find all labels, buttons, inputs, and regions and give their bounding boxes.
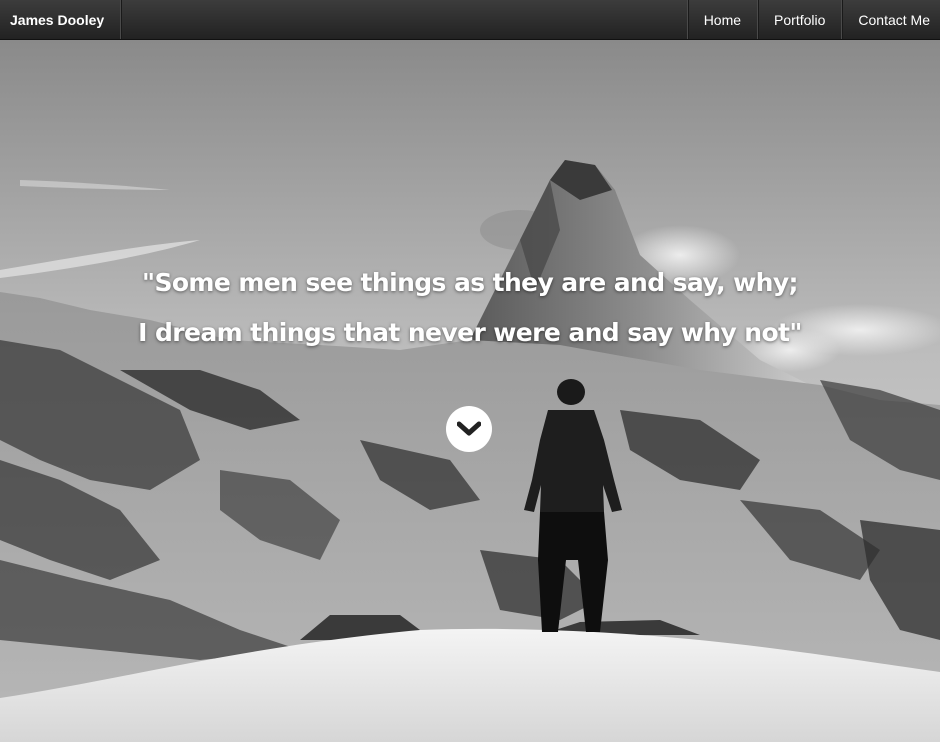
nav-link-home[interactable]: Home [686, 0, 757, 39]
hero-quote-line-2: I dream things that never were and say w… [138, 318, 802, 347]
hero-quote-line-1: "Some men see things as they are and say… [142, 268, 799, 297]
nav-link-portfolio[interactable]: Portfolio [757, 0, 841, 39]
scroll-down-button[interactable] [446, 406, 492, 452]
navbar-spacer [121, 0, 687, 39]
page: James Dooley Home Portfolio Contact Me "… [0, 0, 940, 742]
brand-link[interactable]: James Dooley [0, 0, 122, 39]
top-navbar: James Dooley Home Portfolio Contact Me [0, 0, 940, 40]
nav-links: Home Portfolio Contact Me [686, 0, 940, 39]
hero-section: "Some men see things as they are and say… [0, 40, 940, 742]
nav-link-contact[interactable]: Contact Me [841, 0, 940, 39]
chevron-down-icon [457, 421, 481, 436]
hero-background-image [0, 40, 940, 742]
